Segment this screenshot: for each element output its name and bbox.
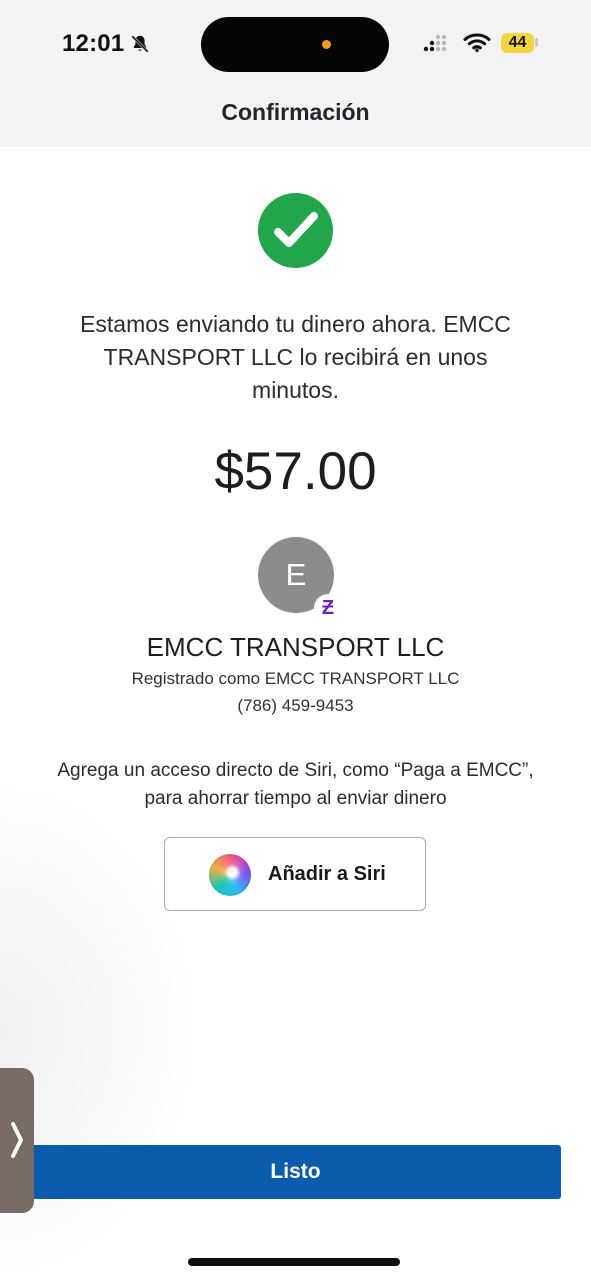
status-time: 12:01 (62, 30, 125, 57)
recipient-name: EMCC TRANSPORT LLC (146, 632, 445, 662)
done-button[interactable]: Listo (30, 1145, 561, 1199)
chevron-right-icon (11, 1122, 23, 1158)
privacy-indicator-dot (322, 40, 331, 49)
signal-icon (423, 34, 447, 52)
add-to-siri-button[interactable]: Añadir a Siri (164, 837, 426, 911)
battery-icon: 44 (501, 33, 534, 53)
registered-as-text: Registrado como EMCC TRANSPORT LLC (131, 669, 460, 688)
dynamic-island (201, 17, 389, 72)
checkmark-icon (258, 193, 333, 268)
zelle-icon: Ƶ (314, 594, 342, 622)
wifi-icon (463, 33, 491, 53)
add-to-siri-label: Añadir a Siri (268, 863, 386, 885)
side-pull-tab[interactable] (0, 1068, 34, 1213)
payment-amount: $57.00 (214, 442, 377, 501)
page-title: Confirmación (221, 99, 370, 125)
muted-bell-icon (131, 35, 149, 53)
home-indicator[interactable] (188, 1258, 400, 1266)
recipient-phone: (786) 459-9453 (237, 696, 354, 715)
siri-shortcut-prompt: Agrega un acceso directo de Siri, como “… (57, 760, 534, 809)
siri-icon (209, 854, 251, 896)
confirmation-message: Estamos enviando tu dinero ahora. EMCC T… (80, 311, 511, 403)
battery-tip (535, 38, 538, 47)
